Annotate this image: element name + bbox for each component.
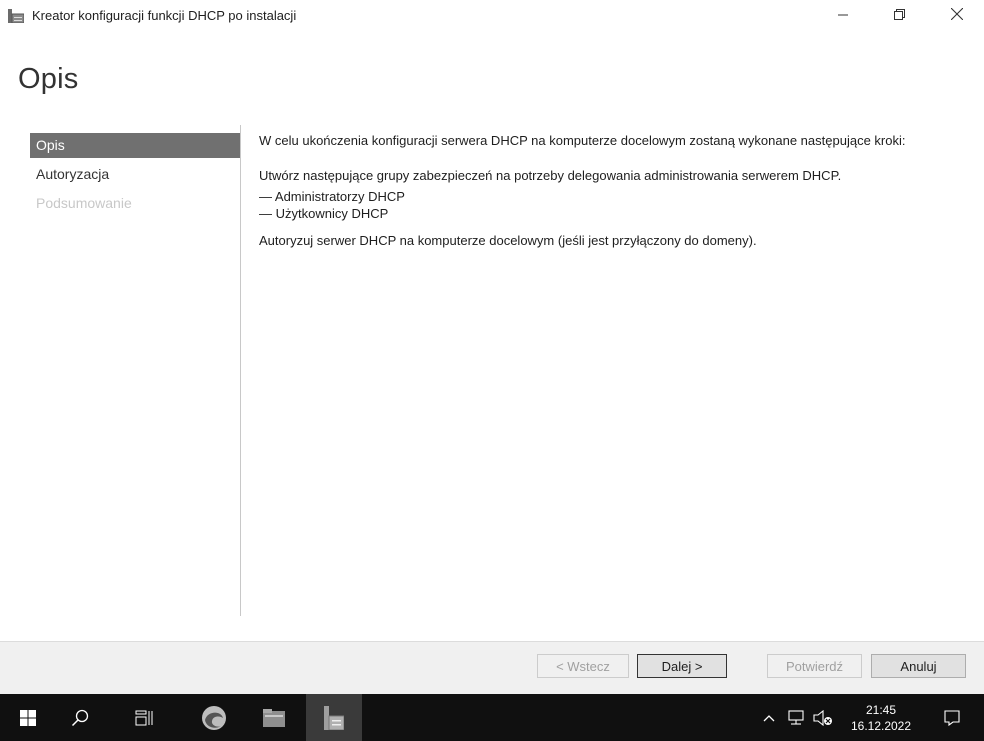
file-explorer-icon[interactable] [248,694,300,741]
groups-heading: Utwórz następujące grupy zabezpieczeń na… [259,168,842,183]
back-button[interactable]: < Wstecz [537,654,629,678]
minimize-icon [838,7,848,25]
wizard-button-bar: < Wstecz Dalej > Potwierdź Anuluj [0,641,984,694]
windows-start-icon[interactable] [4,694,52,741]
intro-text: W celu ukończenia konfiguracji serwera D… [259,133,906,148]
minimize-button[interactable] [820,0,866,32]
group-item-users: — Użytkownicy DHCP [259,206,389,221]
clock-date: 16.12.2022 [850,719,912,733]
edge-icon[interactable] [188,694,240,741]
page-title: Opis [18,63,79,95]
next-button[interactable]: Dalej > [637,654,727,678]
wizard-steps-nav: Opis Autoryzacja Podsumowanie [30,133,240,220]
restore-button[interactable] [876,0,922,32]
taskbar [0,694,984,741]
search-icon[interactable] [56,694,104,741]
chevron-up-icon[interactable] [758,694,780,741]
window-title: Kreator konfiguracji funkcji DHCP po ins… [32,8,297,23]
nav-divider [240,125,241,616]
wizard-app-icon [8,9,25,24]
close-icon [950,7,964,25]
tray-clock[interactable]: 21:45 16.12.2022 [846,702,916,734]
description-content: W celu ukończenia konfiguracji serwera D… [259,132,969,249]
nav-item-autoryzacja[interactable]: Autoryzacja [30,162,240,187]
confirm-button[interactable]: Potwierdź [767,654,862,678]
clock-time: 21:45 [865,703,897,717]
group-item-administrators: — Administratorzy DHCP [259,189,405,204]
cancel-button[interactable]: Anuluj [871,654,966,678]
nav-item-opis[interactable]: Opis [30,133,240,158]
authorize-text: Autoryzuj serwer DHCP na komputerze doce… [259,233,757,248]
task-view-icon[interactable] [120,694,168,741]
window-titlebar: Kreator konfiguracji funkcji DHCP po ins… [0,0,984,32]
notification-icon[interactable] [934,694,970,741]
server-manager-icon[interactable] [306,694,362,741]
volume-muted-icon[interactable] [810,694,836,741]
close-button[interactable] [934,0,980,32]
restore-icon [893,7,905,25]
nav-item-podsumowanie: Podsumowanie [36,195,132,211]
network-icon[interactable] [784,694,808,741]
